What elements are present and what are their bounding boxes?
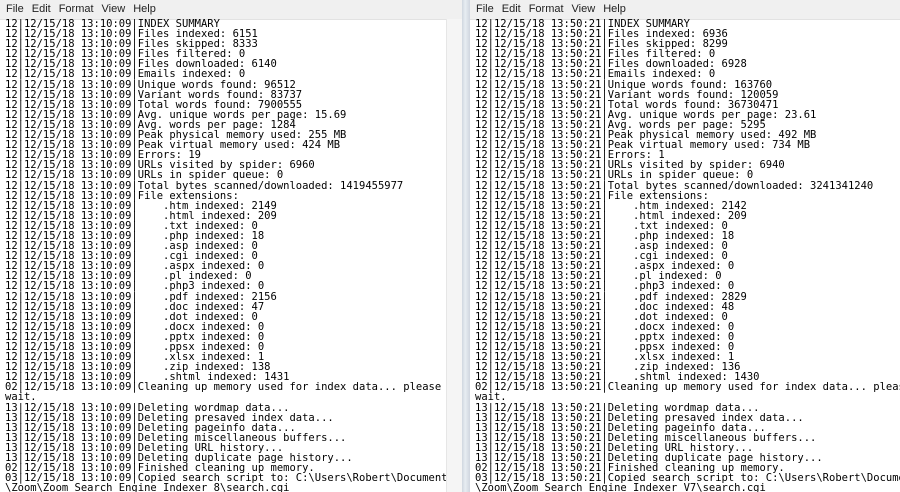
log-line: 02|12/15/18 13:10:09|Cleaning up memory …: [5, 381, 442, 394]
menu-help[interactable]: Help: [129, 0, 160, 19]
right-log-text: 12|12/15/18 13:50:21|INDEX SUMMARY 12|12/…: [470, 19, 900, 492]
menu-format[interactable]: Format: [525, 0, 568, 19]
left-menubar: File Edit Format View Help: [0, 0, 462, 20]
log-line: 12|12/15/18 13:10:09|URLs in spider queu…: [5, 169, 284, 182]
menu-edit[interactable]: Edit: [28, 0, 55, 19]
menu-view[interactable]: View: [568, 0, 600, 19]
left-scrollbar[interactable]: [446, 19, 462, 492]
log-line: 12|12/15/18 13:50:21|URLs in spider queu…: [475, 169, 754, 182]
window-divider: [462, 0, 470, 492]
menu-format[interactable]: Format: [55, 0, 98, 19]
left-notepad-window: File Edit Format View Help 12|12/15/18 1…: [0, 0, 462, 492]
log-line: 02|12/15/18 13:50:21|Cleaning up memory …: [475, 381, 900, 394]
right-notepad-window: File Edit Format View Help 12|12/15/18 1…: [470, 0, 900, 492]
log-line: \Zoom\Zoom Search Engine Indexer V7\sear…: [475, 482, 766, 492]
menu-help[interactable]: Help: [599, 0, 630, 19]
left-text-area[interactable]: 12|12/15/18 13:10:09|INDEX SUMMARY 12|12/…: [0, 19, 462, 492]
menu-edit[interactable]: Edit: [498, 0, 525, 19]
menu-file[interactable]: File: [2, 0, 28, 19]
menu-view[interactable]: View: [98, 0, 130, 19]
left-log-text: 12|12/15/18 13:10:09|INDEX SUMMARY 12|12/…: [0, 19, 462, 492]
right-text-area[interactable]: 12|12/15/18 13:50:21|INDEX SUMMARY 12|12/…: [470, 19, 900, 492]
log-line: \Zoom\Zoom Search Engine Indexer 8\searc…: [5, 482, 290, 492]
right-menubar: File Edit Format View Help: [470, 0, 900, 20]
menu-file[interactable]: File: [472, 0, 498, 19]
